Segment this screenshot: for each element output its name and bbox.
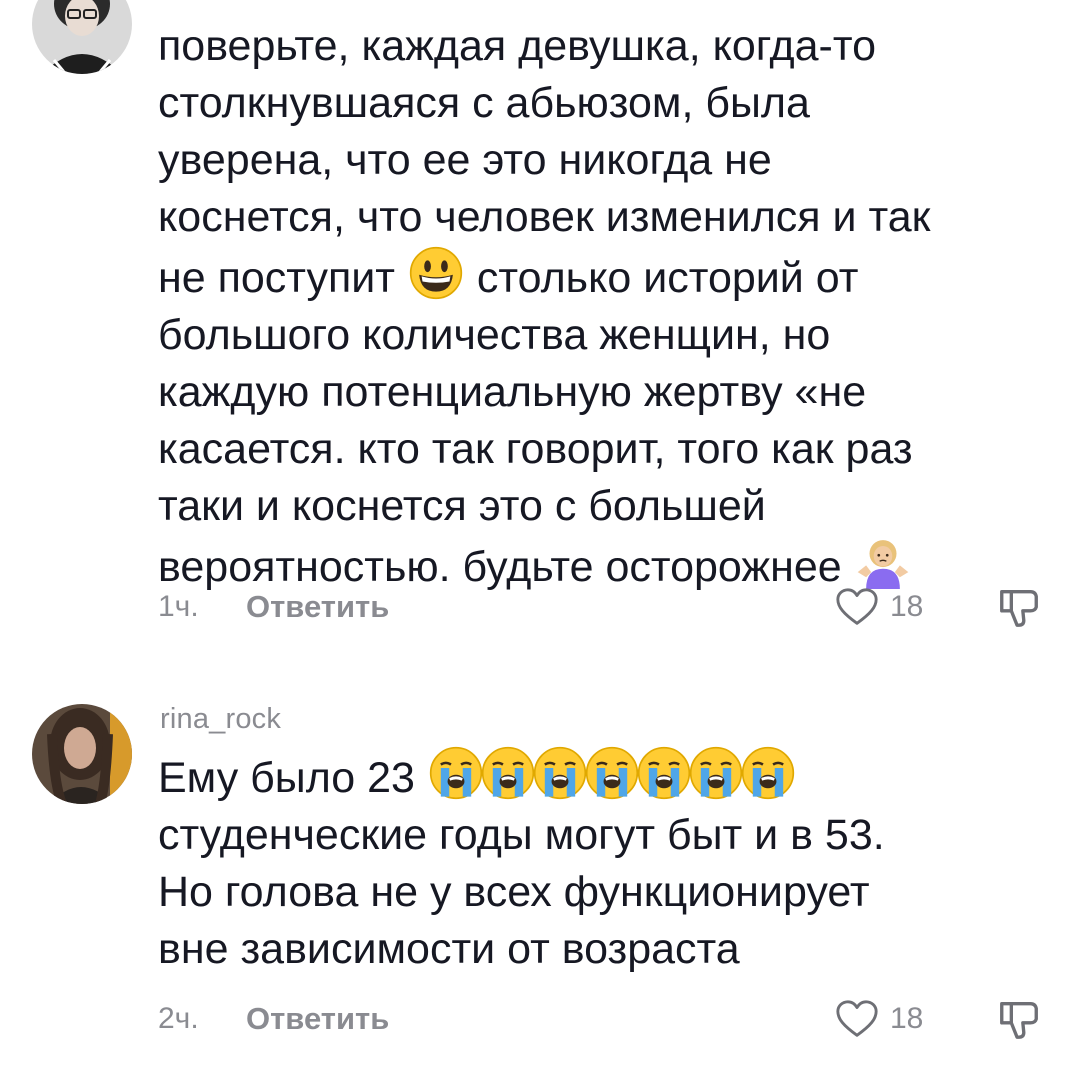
comment-text: поверьте, каждая девушка, когда-то столк… [158, 18, 1058, 596]
text-line: большого количества женщин, но [158, 311, 831, 359]
dislike-icon[interactable] [996, 584, 1042, 630]
text-line: коснется, что человек изменился и так [158, 193, 931, 241]
heart-icon[interactable] [834, 584, 880, 630]
avatar-image [32, 0, 132, 74]
comment-actions: 2ч. Ответить 18 [158, 996, 1048, 1046]
text-line: столкнувшаяся с абьюзом, была [158, 79, 810, 127]
like-count: 18 [890, 1002, 924, 1035]
comment-actions: 1ч. Ответить 18 [158, 584, 1048, 634]
comment-2: rina_rock Ему было 23 студенческие годы … [0, 690, 1079, 1072]
text-line: поверьте, каждая девушка, когда-то [158, 22, 877, 70]
text-line: каждую потенциальную жертву «не [158, 368, 867, 416]
text-line: столько историй от [476, 254, 859, 302]
woman-shrugging-emoji-icon [857, 540, 908, 589]
text-line: таки и коснется это с большей [158, 482, 766, 530]
loudly-crying-face-emoji-icon [429, 746, 483, 800]
avatar[interactable] [32, 0, 132, 74]
text-line: Но голова не у всех функционирует [158, 868, 870, 916]
reply-button[interactable]: Ответить [246, 589, 389, 625]
loudly-crying-face-emoji-icon [585, 746, 639, 800]
text-line: студенческие годы могут быт и в 53. [158, 811, 885, 859]
text-line: вне зависимости от возраста [158, 925, 740, 973]
reply-button[interactable]: Ответить [246, 1001, 389, 1037]
avatar[interactable] [32, 704, 132, 804]
avatar-image [32, 704, 132, 804]
loudly-crying-face-emoji-icon [637, 746, 691, 800]
comment-username[interactable]: rina_rock [160, 703, 281, 736]
loudly-crying-face-emoji-icon [533, 746, 587, 800]
comment-text: Ему было 23 студенческие годы могут быт … [158, 746, 1058, 978]
text-line: касается. кто так говорит, того как раз [158, 425, 913, 473]
loudly-crying-face-emoji-icon [481, 746, 535, 800]
loudly-crying-face-emoji-icon [741, 746, 795, 800]
comment-time: 2ч. [158, 1002, 199, 1035]
crying-emoji-group [427, 746, 795, 802]
heart-icon[interactable] [834, 996, 880, 1042]
text-line: не поступит [158, 254, 395, 302]
comment-time: 1ч. [158, 590, 199, 623]
loudly-crying-face-emoji-icon [689, 746, 743, 800]
like-count: 18 [890, 590, 924, 623]
text-line: уверена, что ее это никогда не [158, 136, 772, 184]
text-line: Ему было 23 [158, 754, 415, 802]
dislike-icon[interactable] [996, 996, 1042, 1042]
grinning-face-emoji-icon [409, 246, 463, 300]
comment-1: поверьте, каждая девушка, когда-то столк… [0, 0, 1079, 650]
